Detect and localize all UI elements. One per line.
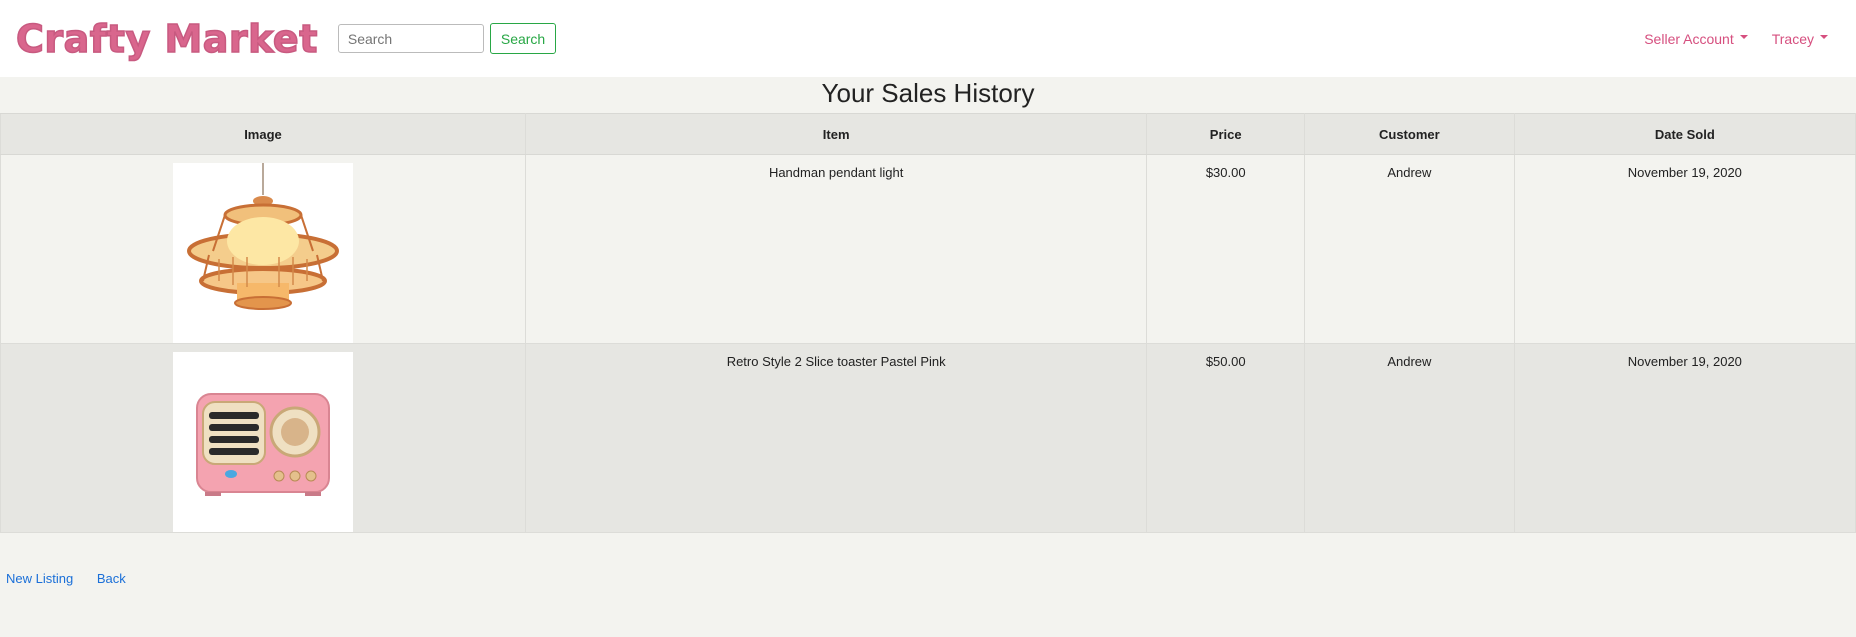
- brand-logo[interactable]: Crafty Market: [15, 16, 318, 62]
- table-row: Retro Style 2 Slice toaster Pastel Pink …: [0, 343, 1856, 533]
- image-cell: [0, 343, 526, 533]
- chevron-down-icon: [1739, 34, 1748, 39]
- seller-account-label: Seller Account: [1644, 30, 1734, 47]
- pink-radio-image: [172, 352, 353, 532]
- back-link[interactable]: Back: [97, 571, 126, 586]
- customer-cell: Andrew: [1304, 154, 1515, 344]
- page-title: Your Sales History: [821, 78, 1035, 108]
- search-button[interactable]: Search: [489, 23, 557, 54]
- chevron-down-icon: [1820, 34, 1828, 39]
- table-header-row: Image Item Price Customer Date Sold: [0, 113, 1856, 155]
- price-cell: $50.00: [1146, 343, 1306, 533]
- sales-table: Image Item Price Customer Date Sold Hand…: [0, 113, 1856, 533]
- item-cell: Retro Style 2 Slice toaster Pastel Pink: [524, 343, 1148, 533]
- header-date-sold: Date Sold: [1513, 113, 1856, 155]
- header-price: Price: [1146, 113, 1306, 155]
- search-input[interactable]: [337, 24, 484, 53]
- customer-cell: Andrew: [1304, 343, 1515, 533]
- header-customer: Customer: [1304, 113, 1515, 155]
- price-cell: $30.00: [1146, 154, 1306, 344]
- navbar: Crafty Market Search Seller Account Trac…: [0, 0, 1856, 77]
- header-image: Image: [0, 113, 526, 155]
- item-cell: Handman pendant light: [524, 154, 1148, 344]
- user-label: Tracey: [1771, 30, 1814, 47]
- image-cell: [0, 154, 526, 344]
- nav-right: Seller Account Tracey: [1644, 31, 1840, 47]
- user-dropdown[interactable]: Tracey: [1772, 31, 1828, 47]
- date-cell: November 19, 2020: [1513, 154, 1856, 344]
- footer-links: New Listing Back: [0, 533, 1856, 586]
- new-listing-link[interactable]: New Listing: [6, 571, 73, 586]
- seller-account-dropdown[interactable]: Seller Account: [1644, 31, 1748, 47]
- header-item: Item: [524, 113, 1148, 155]
- pendant-lamp-image: [172, 163, 353, 343]
- date-cell: November 19, 2020: [1513, 343, 1856, 533]
- table-row: Handman pendant light $30.00 Andrew Nove…: [0, 154, 1856, 344]
